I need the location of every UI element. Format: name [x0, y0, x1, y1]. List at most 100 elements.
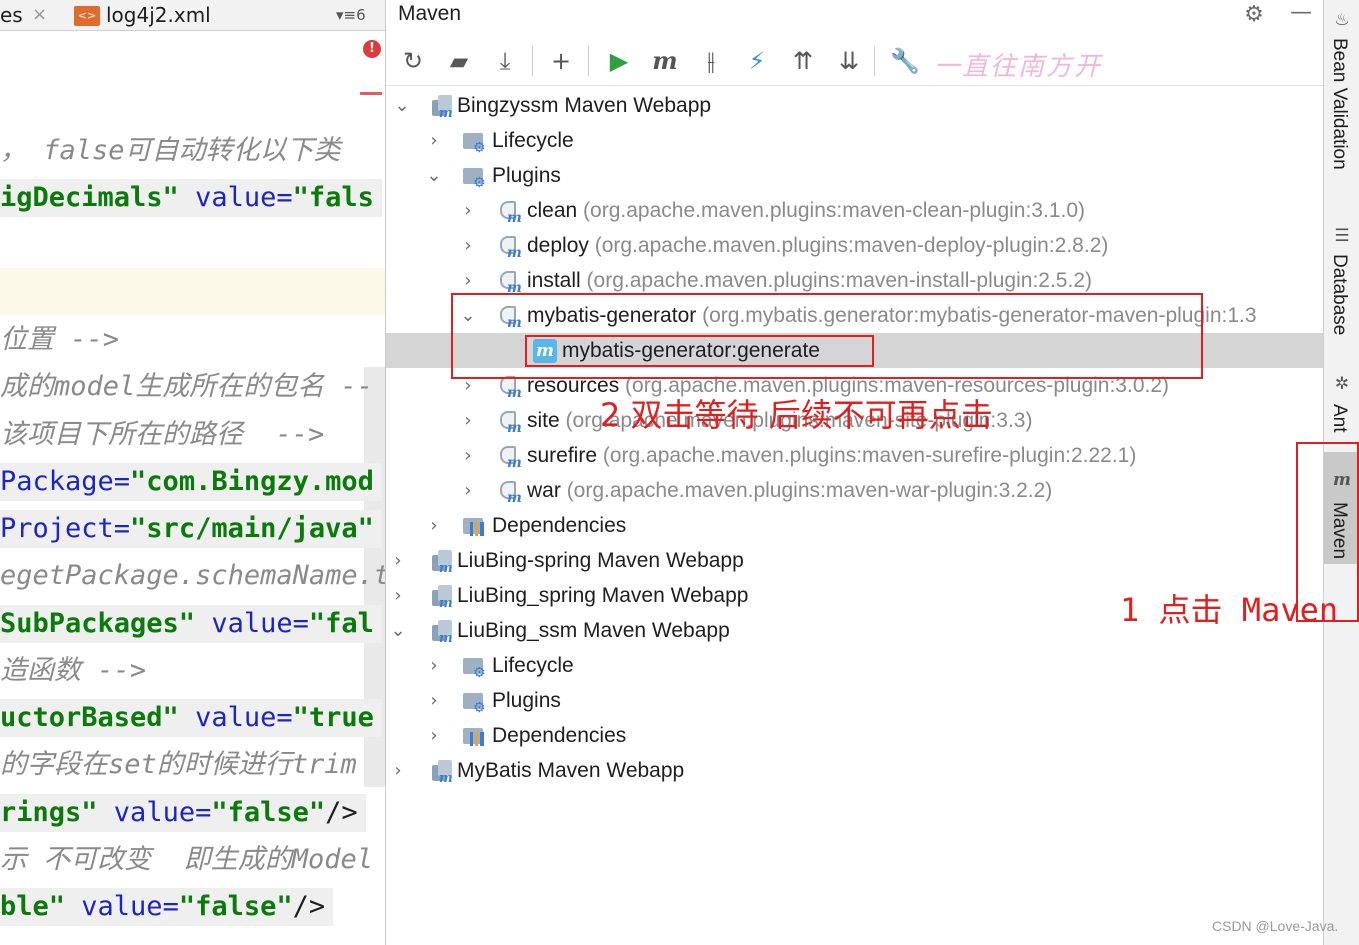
chevron-right-icon[interactable]: ›	[424, 508, 444, 543]
skip-tests-icon[interactable]: ⚡	[740, 44, 774, 78]
tree-node-lifecycle[interactable]: › ⚙ Lifecycle	[386, 648, 1324, 683]
plugin-icon: m	[498, 444, 522, 471]
plugin-icon: m	[498, 199, 522, 226]
chevron-right-icon[interactable]: ›	[458, 228, 478, 263]
code-attr-key: value=	[65, 891, 179, 922]
tool-button-bean-validation[interactable]: ♨ Bean Validation	[1324, 6, 1359, 186]
tree-node-plugins[interactable]: › ⚙ Plugins	[386, 683, 1324, 718]
chevron-right-icon[interactable]: ›	[424, 683, 444, 718]
maven-toolbar: ↻ ▰ ⤓ + ▶ m ⫲ ⚡ ⇈ ⇊ 🔧	[386, 38, 1324, 86]
maven-tool-window: Maven ⚙ — ↻ ▰ ⤓ + ▶ m ⫲ ⚡ ⇈ ⇊ 🔧 一直往南方开 ⌄…	[385, 0, 1324, 945]
chevron-right-icon[interactable]: ›	[458, 193, 478, 228]
chevron-down-icon[interactable]: ⌄	[424, 158, 444, 193]
code-line: rings" value="false"/>	[0, 794, 366, 832]
minimize-icon[interactable]: —	[1288, 2, 1314, 28]
tree-node-label: Plugins	[492, 164, 561, 187]
plugin-name: deploy	[527, 234, 589, 257]
chevron-right-icon[interactable]: ›	[424, 718, 444, 753]
code-line: ， false可自动转化以下类	[0, 135, 341, 166]
error-stripe-mark[interactable]	[360, 92, 382, 95]
maven-project-icon: m	[430, 759, 454, 786]
code-editor[interactable]: es × <> log4j2.xml ▾≡6 ! ， false可自动转化以下类…	[0, 0, 385, 945]
watermark-text: 一直往南方开	[934, 52, 1103, 82]
tree-node-label: LiuBing_ssm Maven Webapp	[457, 619, 730, 642]
code-line: egetPackage.schemaName.t	[0, 560, 385, 591]
plugin-icon: m	[498, 479, 522, 506]
code-attr-name: uctorBased"	[0, 702, 179, 733]
code-attr-name: SubPackages"	[0, 608, 196, 639]
maven-panel-title: Maven	[398, 2, 462, 25]
tree-node-project[interactable]: ⌄ m Bingzyssm Maven Webapp	[386, 88, 1324, 123]
add-icon[interactable]: +	[544, 44, 578, 78]
tree-node-lifecycle[interactable]: › ⚙ Lifecycle	[386, 123, 1324, 158]
maven-project-icon: m	[430, 549, 454, 576]
close-icon[interactable]: ×	[32, 0, 47, 30]
chevron-right-icon[interactable]: ›	[458, 438, 478, 473]
editor-tab-log4j2[interactable]: log4j2.xml	[106, 0, 211, 30]
tree-node-plugin[interactable]: › m deploy (org.apache.maven.plugins:mav…	[386, 228, 1324, 263]
chevron-right-icon[interactable]: ›	[388, 578, 408, 613]
tree-node-label: LiuBing_spring Maven Webapp	[457, 584, 749, 607]
chevron-right-icon[interactable]: ›	[388, 543, 408, 578]
annotation-step-2: 2 双击等待 后续不可再点击	[600, 396, 993, 434]
chevron-right-icon[interactable]: ›	[424, 123, 444, 158]
reimport-folder-icon[interactable]: ▰	[442, 44, 476, 78]
download-icon[interactable]: ⤓	[488, 44, 522, 78]
current-line-highlight	[0, 268, 385, 315]
tree-node-label: Dependencies	[492, 724, 627, 747]
gear-icon[interactable]: ⚙	[1241, 2, 1267, 28]
run-icon[interactable]: ▶	[602, 44, 636, 78]
code-line: 造函数 -->	[0, 655, 147, 686]
code-attr-key: value=	[178, 182, 293, 213]
code-line: ble" value="false"/>	[0, 888, 334, 926]
plugin-coordinates: (org.apache.maven.plugins:maven-surefire…	[602, 444, 1137, 467]
code-attr-key: value=	[178, 702, 293, 733]
code-line: 该项目下所在的路径 -->	[0, 419, 325, 450]
collapse-all-icon[interactable]: ⇊	[832, 44, 866, 78]
tree-node-label: deploy (org.apache.maven.plugins:maven-d…	[527, 228, 1108, 263]
toolbar-separator	[874, 46, 875, 76]
chevron-down-icon[interactable]: ⌄	[392, 88, 412, 123]
code-line: Project="src/main/java"	[0, 510, 382, 548]
plugin-name: install	[527, 269, 581, 292]
maven-goal-icon[interactable]: m	[648, 44, 682, 78]
toggle-offline-icon[interactable]: ⫲	[694, 44, 728, 78]
tree-node-plugins[interactable]: ⌄ ⚙ Plugins	[386, 158, 1324, 193]
tool-button-ant[interactable]: ✲ Ant	[1324, 372, 1359, 438]
tree-node-plugin[interactable]: › m clean (org.apache.maven.plugins:mave…	[386, 193, 1324, 228]
bean-validation-icon: ♨	[1334, 10, 1350, 30]
chevron-right-icon[interactable]: ›	[388, 753, 408, 788]
maven-project-icon: m	[430, 584, 454, 611]
chevron-right-icon[interactable]: ›	[424, 648, 444, 683]
code-attr-name: rings"	[0, 797, 98, 828]
tool-button-label: Ant	[1329, 404, 1350, 433]
code-line: igDecimals" value="fals	[0, 179, 382, 217]
tree-node-project[interactable]: › m LiuBing-spring Maven Webapp	[386, 543, 1324, 578]
plugins-folder-icon: ⚙	[462, 689, 486, 716]
tool-button-label: Bean Validation	[1329, 38, 1350, 170]
error-indicator-icon[interactable]: !	[363, 40, 381, 58]
tree-node-plugin[interactable]: › m war (org.apache.maven.plugins:maven-…	[386, 473, 1324, 508]
tree-node-label: Plugins	[492, 689, 561, 712]
editor-tab-es[interactable]: es	[0, 0, 23, 30]
lifecycle-folder-icon: ⚙	[462, 129, 486, 156]
plugin-name: war	[527, 479, 561, 502]
tab-overflow-button[interactable]: ▾≡6	[336, 0, 366, 30]
plugin-coordinates: (org.apache.maven.plugins:maven-install-…	[586, 269, 1092, 292]
code-attr-value: "false"	[211, 797, 326, 828]
expand-all-icon[interactable]: ⇈	[786, 44, 820, 78]
tool-button-database[interactable]: ☰ Database	[1324, 222, 1359, 344]
plugins-folder-icon: ⚙	[462, 164, 486, 191]
code-attr-key: Package=	[0, 466, 131, 497]
tree-node-project[interactable]: › m MyBatis Maven Webapp	[386, 753, 1324, 788]
maven-project-tree[interactable]: ⌄ m Bingzyssm Maven Webapp › ⚙ Lifecycle…	[386, 88, 1324, 945]
chevron-right-icon[interactable]: ›	[458, 403, 478, 438]
reload-icon[interactable]: ↻	[396, 44, 430, 78]
tree-node-dependencies[interactable]: › Dependencies	[386, 508, 1324, 543]
chevron-right-icon[interactable]: ›	[458, 473, 478, 508]
lifecycle-folder-icon: ⚙	[462, 654, 486, 681]
chevron-down-icon[interactable]: ⌄	[388, 613, 408, 648]
tree-node-plugin[interactable]: › m surefire (org.apache.maven.plugins:m…	[386, 438, 1324, 473]
tree-node-dependencies[interactable]: › Dependencies	[386, 718, 1324, 753]
wrench-icon[interactable]: 🔧	[888, 44, 922, 78]
